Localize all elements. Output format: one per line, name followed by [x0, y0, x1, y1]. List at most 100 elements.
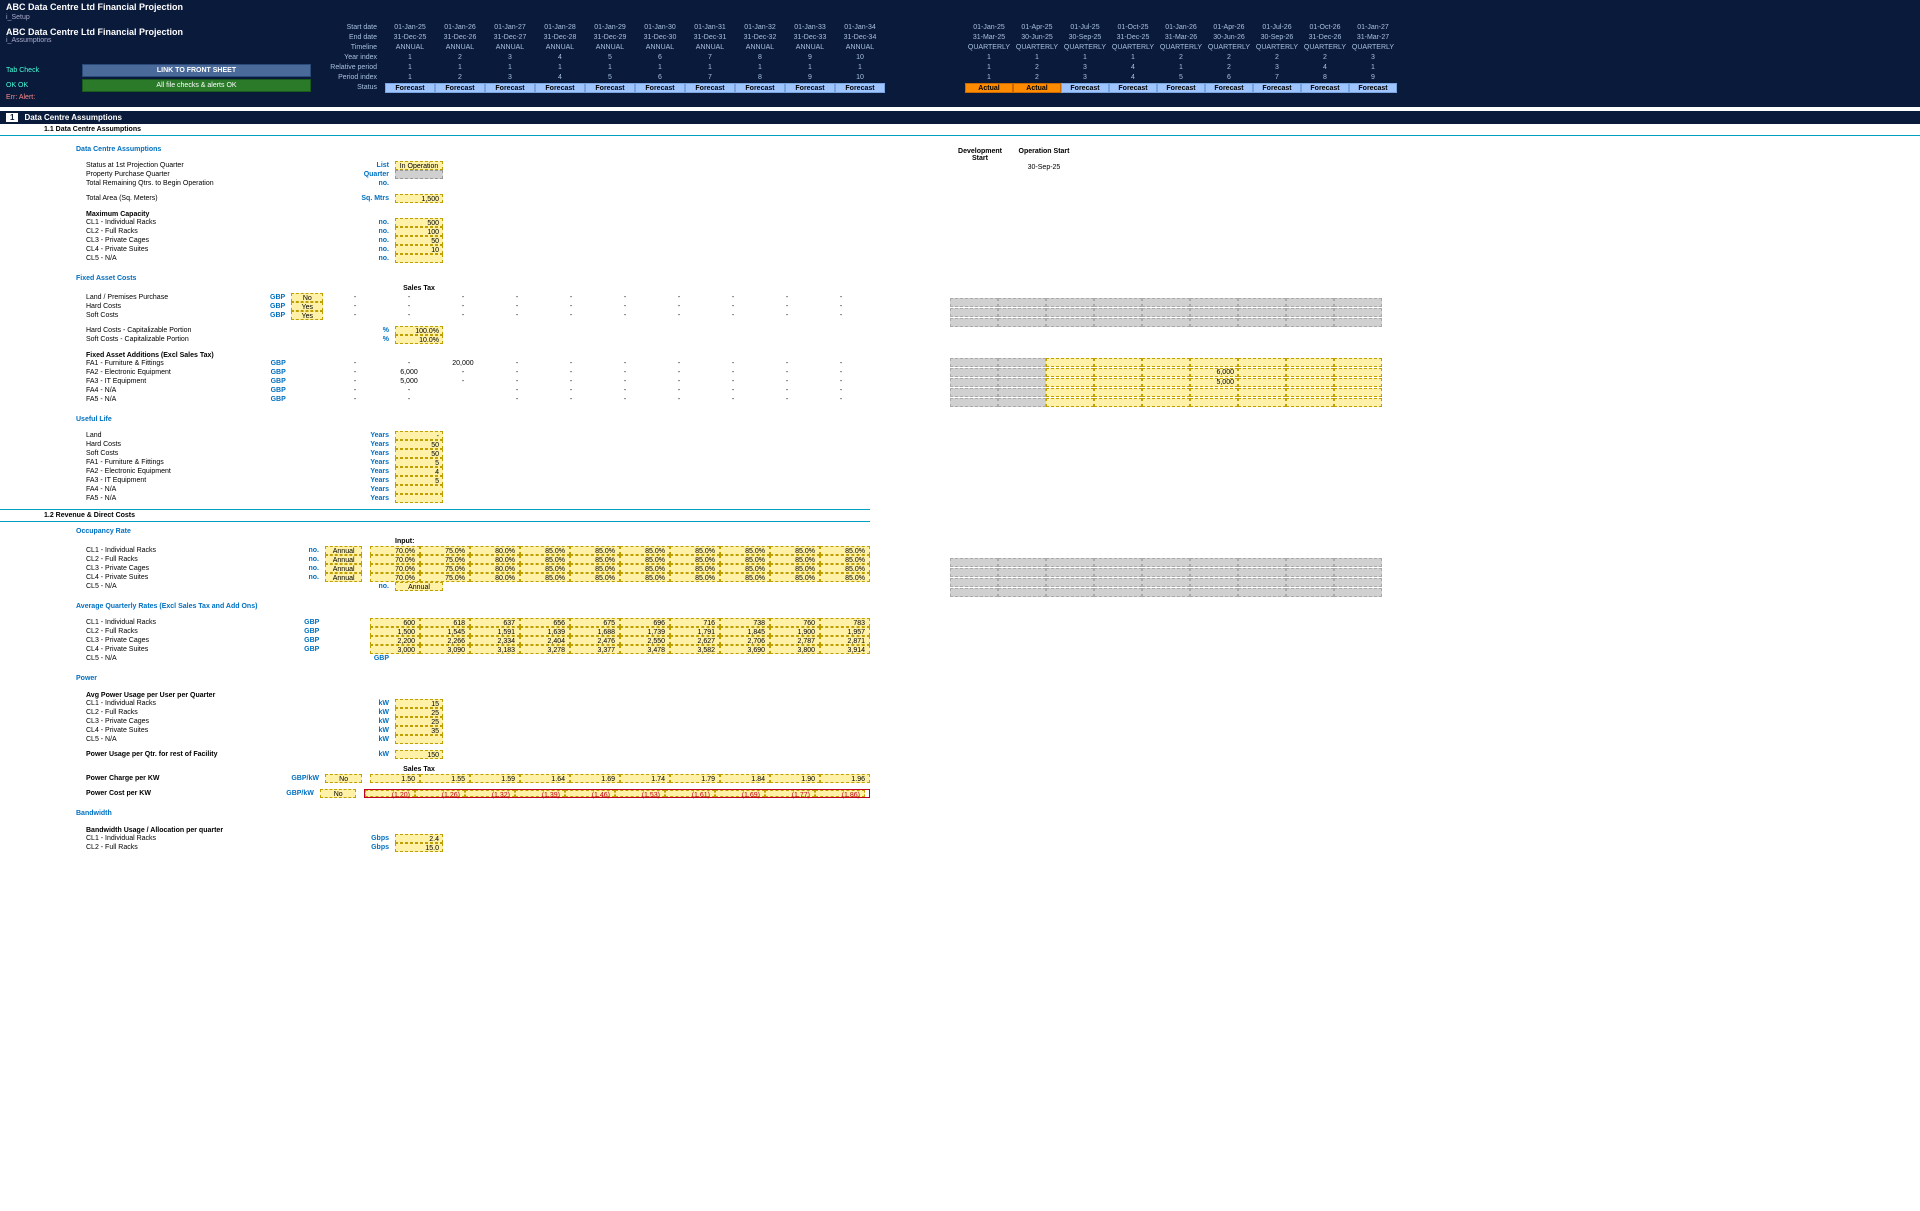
- sub-1-2: 1.2 Revenue & Direct Costs: [0, 509, 870, 522]
- input-cell[interactable]: 4: [395, 467, 443, 476]
- input-cell[interactable]: 150: [395, 750, 443, 759]
- input-cell[interactable]: 500: [395, 218, 443, 227]
- input-cell[interactable]: [395, 485, 443, 494]
- data-row: CL1 - Individual Racksno.Annual70.0%75.0…: [0, 546, 870, 555]
- data-row: Power Charge per KWGBP/kWNo1.501.551.591…: [0, 774, 870, 783]
- data-row: CL4 - Private SuiteskW35: [0, 726, 870, 735]
- data-row: CL1 - Individual RacksGbps2.4: [0, 834, 870, 843]
- power-cost-row: Power Cost per KWGBP/kWNo(1.20)(1.26)(1.…: [0, 789, 870, 798]
- data-row: CL2 - Full Racksno.100: [0, 227, 870, 236]
- h-ul: Useful Life: [0, 416, 870, 423]
- input-cell[interactable]: 5: [395, 476, 443, 485]
- input-cell[interactable]: 100.0%: [395, 326, 443, 335]
- data-row: FA2 - Electronic EquipmentYears4: [0, 467, 870, 476]
- input-cell[interactable]: -: [395, 431, 443, 440]
- input-cell[interactable]: 2.4: [395, 834, 443, 843]
- input-cell[interactable]: 15.0: [395, 843, 443, 852]
- input-cell[interactable]: 5: [395, 458, 443, 467]
- op-date: 30-Sep-25: [1014, 164, 1074, 171]
- quarterly-row: 6,000: [950, 368, 1670, 377]
- data-row: CL4 - Private Suitesno.10: [0, 245, 870, 254]
- input-cell[interactable]: No: [325, 774, 362, 783]
- input-cell[interactable]: Yes: [291, 311, 323, 320]
- input-cell[interactable]: [395, 170, 443, 179]
- data-row: Soft CostsYears50: [0, 449, 870, 458]
- data-row: Total Remaining Qtrs. to Begin Operation…: [0, 179, 870, 188]
- input-cell[interactable]: 100: [395, 227, 443, 236]
- quarterly-row: 5,000: [950, 378, 1670, 387]
- quarterly-row: [950, 318, 1670, 327]
- data-row: CL4 - Private Suitesno.Annual70.0%75.0%8…: [0, 573, 870, 582]
- data-row: CL5 - N/Ano.Annual: [0, 582, 870, 591]
- data-row: Power Usage per Qtr. for rest of Facilit…: [0, 750, 870, 759]
- data-row: Hard Costs - Capitalizable Portion%100.0…: [0, 326, 870, 335]
- tab-check-label: Tab Check: [6, 67, 76, 74]
- h-occ: Occupancy Rate: [0, 528, 870, 535]
- data-row: CL5 - N/AGBP: [0, 654, 870, 663]
- data-row: Soft CostsGBPYes----------: [0, 311, 870, 320]
- quarterly-row: [950, 558, 1670, 567]
- data-row: FA1 - Furniture & FittingsYears5: [0, 458, 870, 467]
- data-row: Total Area (Sq. Meters)Sq. Mtrs1,500: [0, 194, 870, 203]
- link-front-sheet-button[interactable]: LINK TO FRONT SHEET: [82, 64, 311, 77]
- breadcrumb-2: i_Assumptions: [6, 37, 311, 44]
- input-cell[interactable]: 1,500: [395, 194, 443, 203]
- input-cell[interactable]: [395, 494, 443, 503]
- data-row: Hard CostsYears50: [0, 440, 870, 449]
- data-row: CL5 - N/Ano.: [0, 254, 870, 263]
- data-row: CL1 - Individual Racksno.500: [0, 218, 870, 227]
- maxcap: Maximum Capacity: [0, 211, 870, 218]
- input-cell[interactable]: 50: [395, 449, 443, 458]
- section-1-header: 1Data Centre Assumptions: [0, 111, 1920, 124]
- input-cell[interactable]: Annual: [325, 555, 362, 564]
- input-cell[interactable]: [395, 254, 443, 263]
- quarterly-row: [950, 388, 1670, 397]
- input-cell[interactable]: No: [291, 293, 323, 302]
- h-power: Power: [0, 675, 870, 682]
- data-row: FA1 - Furniture & FittingsGBP--20,000---…: [0, 359, 870, 368]
- sheet-title: ABC Data Centre Ltd Financial Projection: [6, 27, 311, 37]
- sub-1-1: 1.1 Data Centre Assumptions: [0, 124, 1920, 136]
- dev-op-header: Development StartOperation Start: [950, 148, 1670, 162]
- data-row: CL3 - Private Cagesno.Annual70.0%75.0%80…: [0, 564, 870, 573]
- data-row: CL4 - Private SuitesGBP3,0003,0903,1833,…: [0, 645, 870, 654]
- input-cell[interactable]: 15: [395, 699, 443, 708]
- quarterly-row: [950, 308, 1670, 317]
- input-cell[interactable]: Annual: [325, 546, 362, 555]
- data-row: Soft Costs - Capitalizable Portion%10.0%: [0, 335, 870, 344]
- input-cell[interactable]: 50: [395, 440, 443, 449]
- file-checks-button[interactable]: All file checks & alerts OK: [82, 79, 311, 92]
- input-cell[interactable]: In Operation: [395, 161, 443, 170]
- avg-power: Avg Power Usage per User per Quarter: [0, 692, 870, 699]
- quarterly-row: [950, 398, 1670, 407]
- data-row: Property Purchase QuarterQuarter: [0, 170, 870, 179]
- h-rates: Average Quarterly Rates (Excl Sales Tax …: [0, 603, 870, 610]
- input-cell[interactable]: Yes: [291, 302, 323, 311]
- input-cell[interactable]: Annual: [325, 573, 362, 582]
- input-cell[interactable]: 25: [395, 717, 443, 726]
- app-title: ABC Data Centre Ltd Financial Projection: [0, 0, 1920, 14]
- data-row: FA3 - IT EquipmentGBP-5,000--------: [0, 377, 870, 386]
- data-row: FA3 - IT EquipmentYears5: [0, 476, 870, 485]
- breadcrumb-1: i_Setup: [0, 14, 1920, 23]
- quarterly-row: [950, 578, 1670, 587]
- data-row: CL1 - Individual RackskW15: [0, 699, 870, 708]
- input-cell[interactable]: 10.0%: [395, 335, 443, 344]
- h-band: Bandwidth: [0, 810, 870, 817]
- input-cell[interactable]: 25: [395, 708, 443, 717]
- input-cell[interactable]: 50: [395, 236, 443, 245]
- input-cell[interactable]: Annual: [325, 564, 362, 573]
- input-cell[interactable]: 35: [395, 726, 443, 735]
- input-cell[interactable]: 10: [395, 245, 443, 254]
- data-row: FA4 - N/AYears: [0, 485, 870, 494]
- h-fac: Fixed Asset Costs: [0, 275, 870, 282]
- data-row: CL3 - Private CageskW25: [0, 717, 870, 726]
- input-cell[interactable]: Annual: [395, 582, 443, 591]
- quarterly-row: [950, 588, 1670, 597]
- data-row: Hard CostsGBPYes----------: [0, 302, 870, 311]
- data-row: CL5 - N/AkW: [0, 735, 870, 744]
- faa: Fixed Asset Additions (Excl Sales Tax): [0, 352, 870, 359]
- data-row: CL1 - Individual RacksGBP600618637656675…: [0, 618, 870, 627]
- input-cell[interactable]: [395, 735, 443, 744]
- check-err: Err: Alert:: [6, 94, 76, 101]
